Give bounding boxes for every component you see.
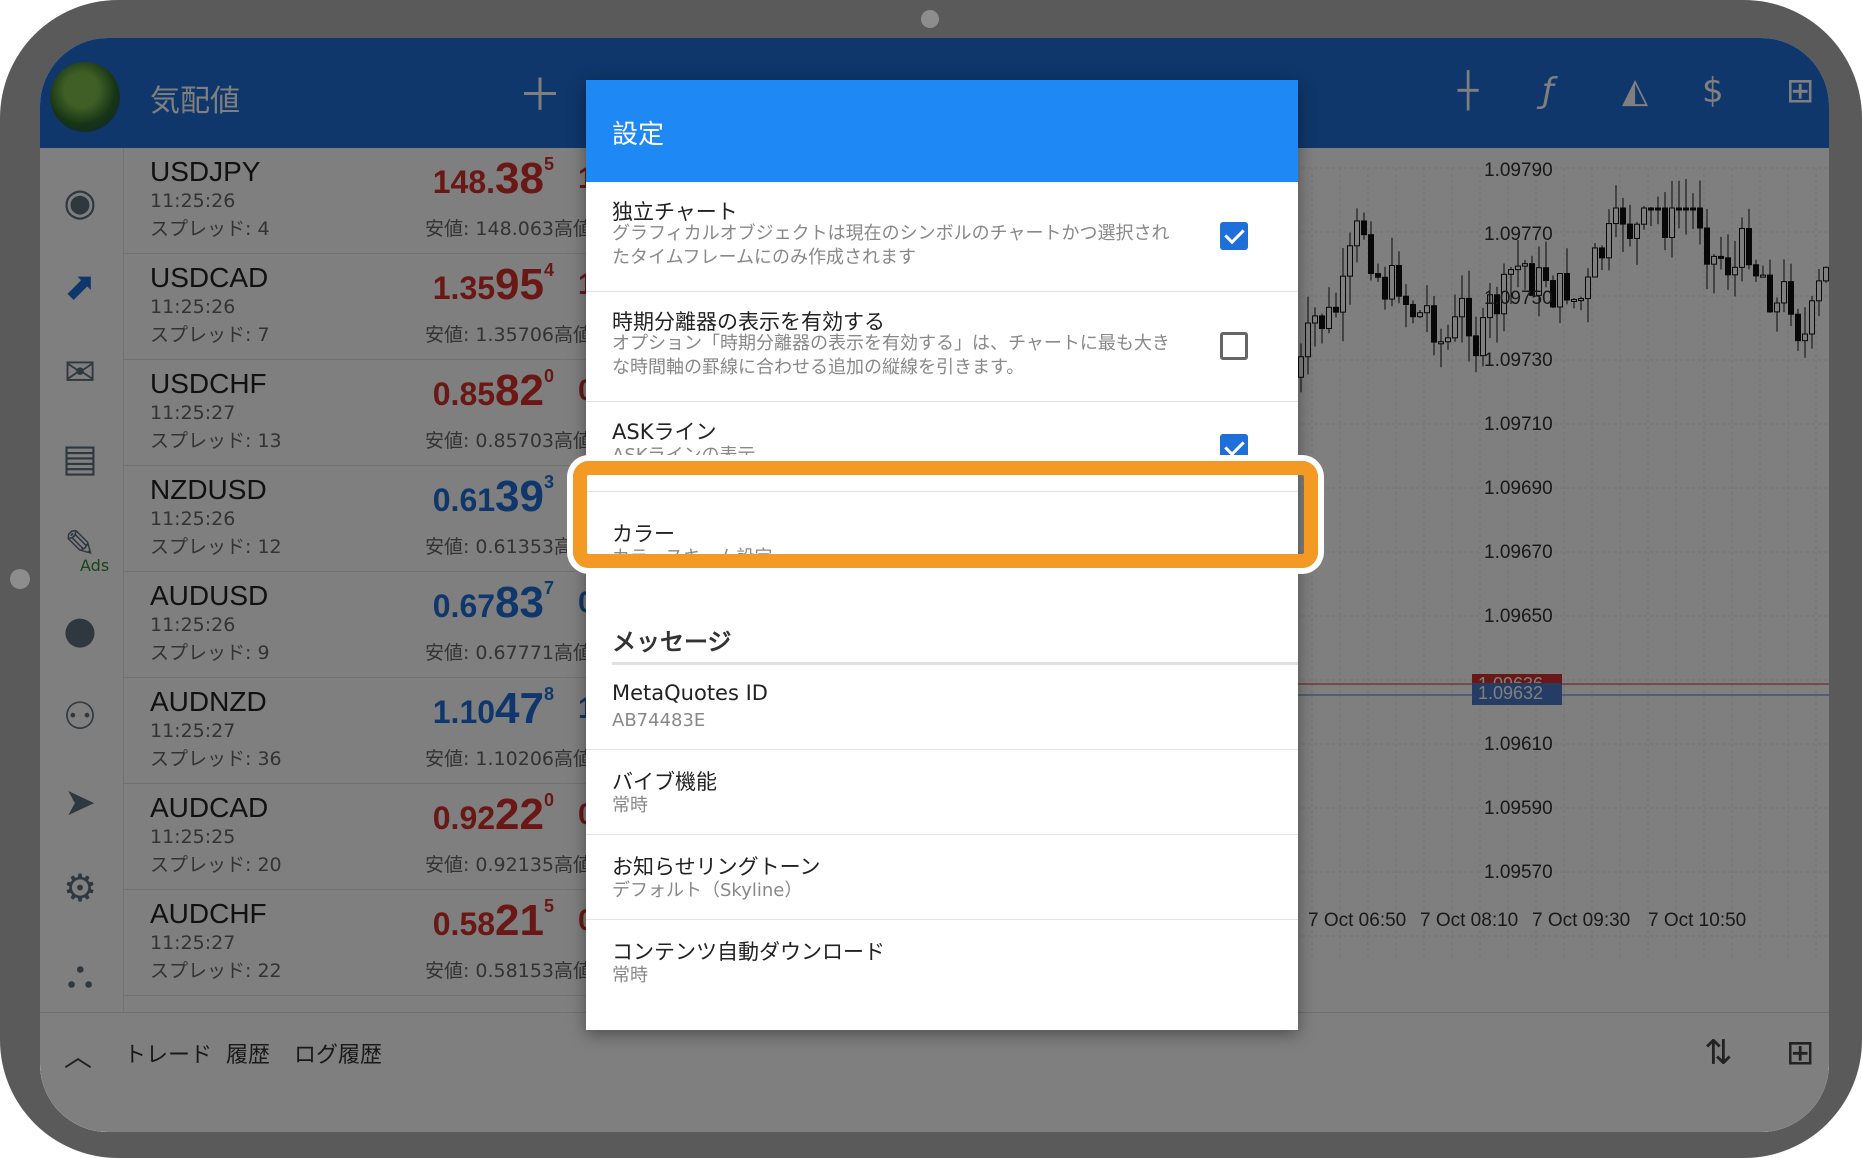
camera-dot	[921, 10, 939, 28]
setting-metaquotes-id[interactable]: MetaQuotes ID AB74483E	[586, 665, 1298, 750]
setting-desc: オプション「時期分離器の表示を有効する」は、チャートに最も大きな時間軸の罫線に合…	[612, 333, 1170, 378]
independent-chart-checkbox[interactable]	[1220, 222, 1248, 250]
setting-title: ASKライン	[612, 420, 717, 444]
color-setting-highlight	[573, 461, 1318, 568]
setting-ringtone[interactable]: お知らせリングトーン デフォルト（Skyline）	[586, 835, 1298, 920]
setting-desc: 常時	[612, 965, 648, 986]
period-separator-checkbox[interactable]	[1220, 332, 1248, 360]
setting-title: バイブ機能	[612, 770, 717, 794]
setting-desc: グラフィカルオブジェクトは現在のシンボルのチャートかつ選択されたタイムフレームに…	[612, 223, 1170, 268]
setting-desc: デフォルト（Skyline）	[612, 880, 803, 901]
setting-title: コンテンツ自動ダウンロード	[612, 940, 885, 964]
tablet-frame: 気配値 ＋ ┼ ƒ ◭ $ ⊞ ◉ ⬈ ✉ ▤ ✎ Ads ● ⚇ ➤ ⚙ ⛬ …	[0, 0, 1862, 1158]
setting-period-separator[interactable]: 時期分離器の表示を有効する オプション「時期分離器の表示を有効する」は、チャート…	[586, 292, 1298, 402]
setting-auto-download[interactable]: コンテンツ自動ダウンロード 常時	[586, 920, 1298, 1030]
setting-independent-chart[interactable]: 独立チャート グラフィカルオブジェクトは現在のシンボルのチャートかつ選択されたタ…	[586, 182, 1298, 292]
setting-desc: 常時	[612, 795, 648, 816]
setting-title: お知らせリングトーン	[612, 855, 821, 879]
dialog-header: 設定	[586, 80, 1298, 182]
setting-vibration[interactable]: バイブ機能 常時	[586, 750, 1298, 835]
setting-desc: AB74483E	[612, 710, 706, 731]
section-header-messages: メッセージ	[612, 628, 732, 656]
setting-title: MetaQuotes ID	[612, 681, 768, 705]
ask-line-checkbox[interactable]	[1220, 434, 1248, 462]
dialog-title: 設定	[612, 120, 665, 150]
home-dot	[10, 569, 30, 589]
